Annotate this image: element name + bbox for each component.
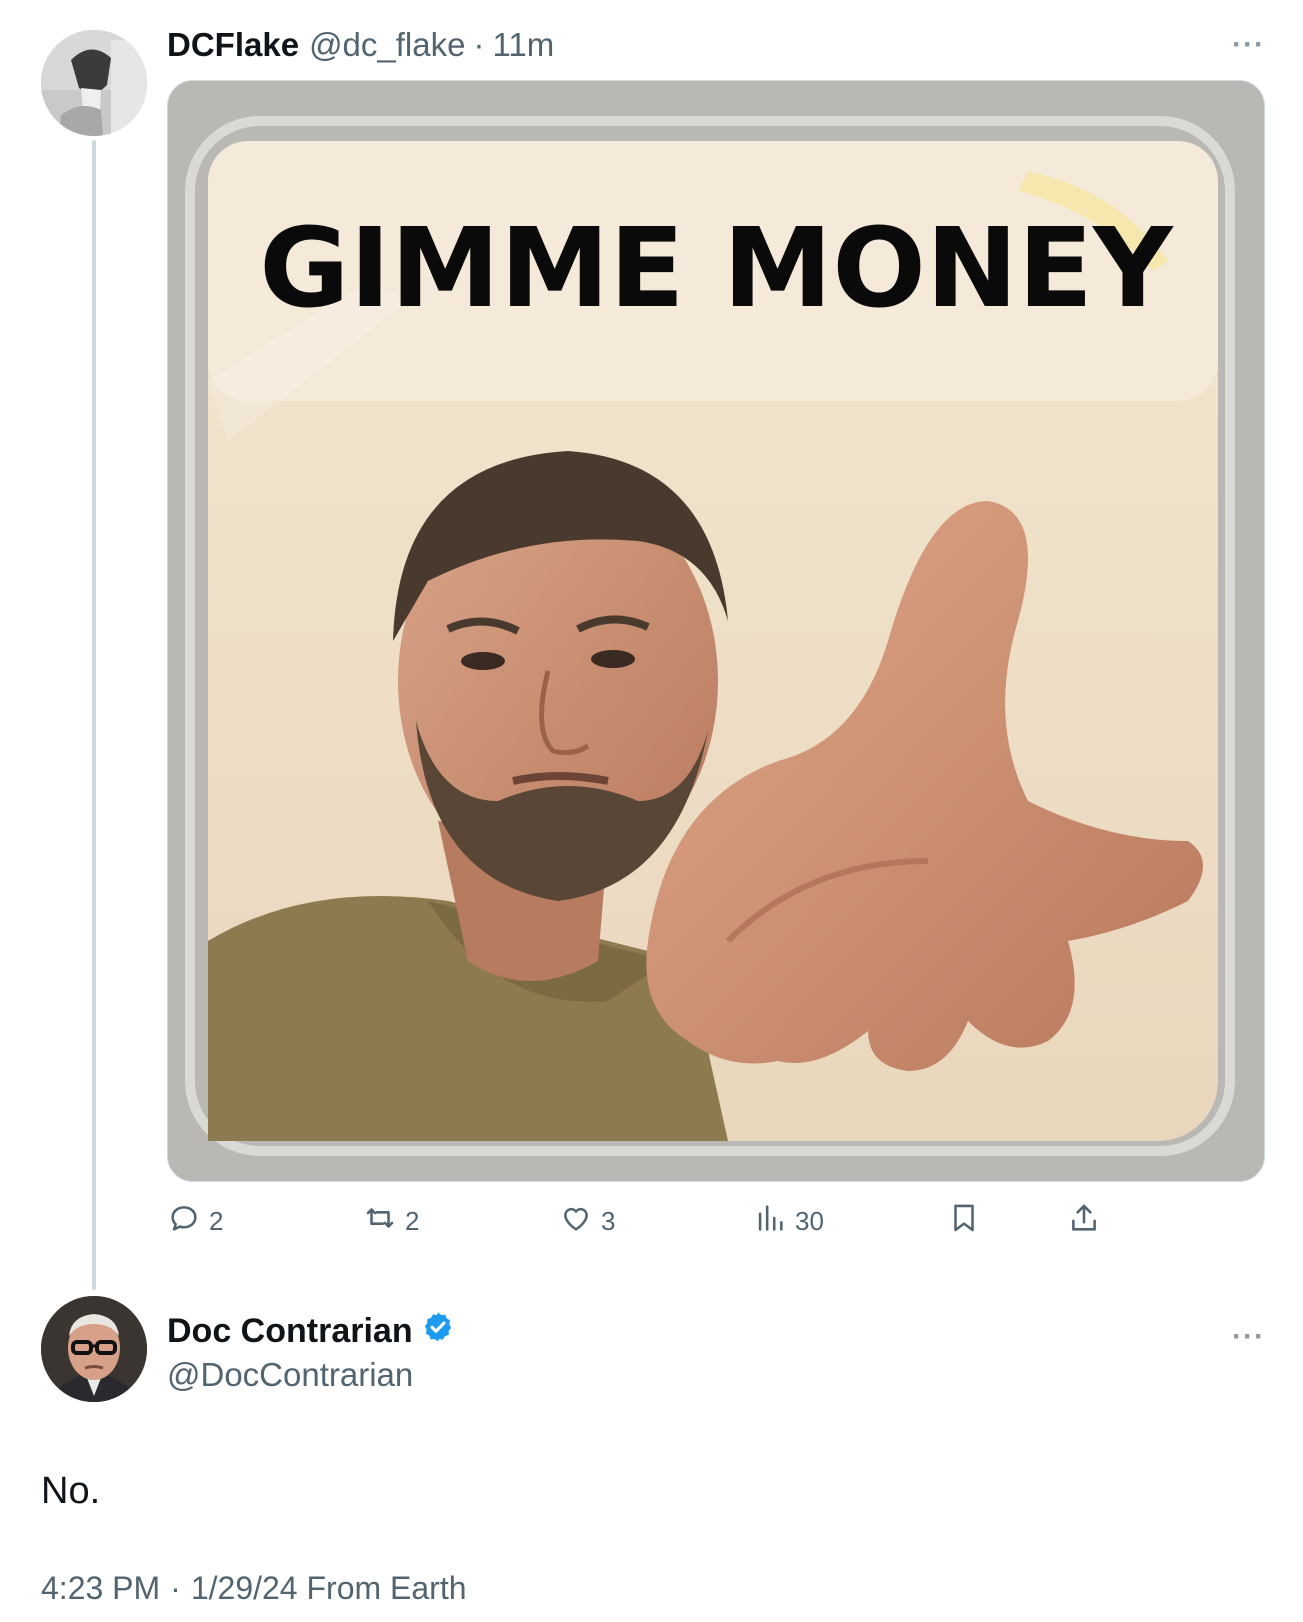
author-meta: @dc_flake · 11m (309, 26, 554, 64)
thread-connector-line (92, 140, 96, 1290)
tweet-media-image[interactable]: GIMME MONEY (167, 80, 1265, 1182)
bar-chart-icon (753, 1201, 787, 1242)
more-options-icon[interactable]: ··· (1232, 1320, 1265, 1354)
repost-count: 2 (405, 1205, 420, 1236)
share-upload-icon (1067, 1201, 1101, 1242)
tweet-timestamp[interactable]: 4:23 PM · 1/29/24 From Earth (41, 1570, 467, 1607)
tweet-action-bar: 2 2 3 30 (167, 1198, 1263, 1244)
repost-arrows-icon (363, 1201, 397, 1242)
reply-count: 2 (209, 1205, 224, 1236)
bookmark-icon (947, 1201, 981, 1242)
tweet-date-source: 1/29/24 From Earth (190, 1570, 467, 1606)
tweet-header: DCFlake @dc_flake · 11m (167, 26, 554, 68)
reply-button[interactable]: 2 (167, 1198, 223, 1244)
author-handle[interactable]: @dc_flake (309, 26, 465, 64)
meme-illustration: GIMME MONEY (168, 81, 1264, 1181)
tweet-time: 4:23 PM (41, 1570, 161, 1606)
tweet-age[interactable]: 11m (492, 26, 554, 64)
views-button[interactable]: 30 (753, 1198, 824, 1244)
like-count: 3 (601, 1205, 616, 1236)
verified-badge-icon[interactable] (421, 1310, 455, 1353)
meta-separator: · (170, 1570, 181, 1606)
like-button[interactable]: 3 (559, 1198, 615, 1244)
author-display-name[interactable]: DCFlake (167, 26, 299, 64)
tweet-text: No. (41, 1470, 101, 1512)
repost-button[interactable]: 2 (363, 1198, 419, 1244)
heart-icon (559, 1201, 593, 1242)
share-button[interactable] (1067, 1198, 1101, 1244)
reply-author-row: Doc Contrarian (167, 1310, 455, 1353)
meta-separator: · (473, 26, 485, 63)
avatar-image (41, 30, 147, 136)
speech-bubble-icon (167, 1201, 201, 1242)
avatar[interactable] (41, 1296, 147, 1402)
author-display-name[interactable]: Doc Contrarian (167, 1312, 413, 1351)
views-count: 30 (795, 1205, 824, 1236)
avatar-image (41, 1296, 147, 1402)
bookmark-button[interactable] (947, 1198, 981, 1244)
author-handle[interactable]: @DocContrarian (167, 1356, 413, 1394)
more-options-icon[interactable]: ··· (1232, 28, 1265, 62)
meme-caption: GIMME MONEY (259, 204, 1174, 332)
avatar[interactable] (41, 30, 147, 136)
